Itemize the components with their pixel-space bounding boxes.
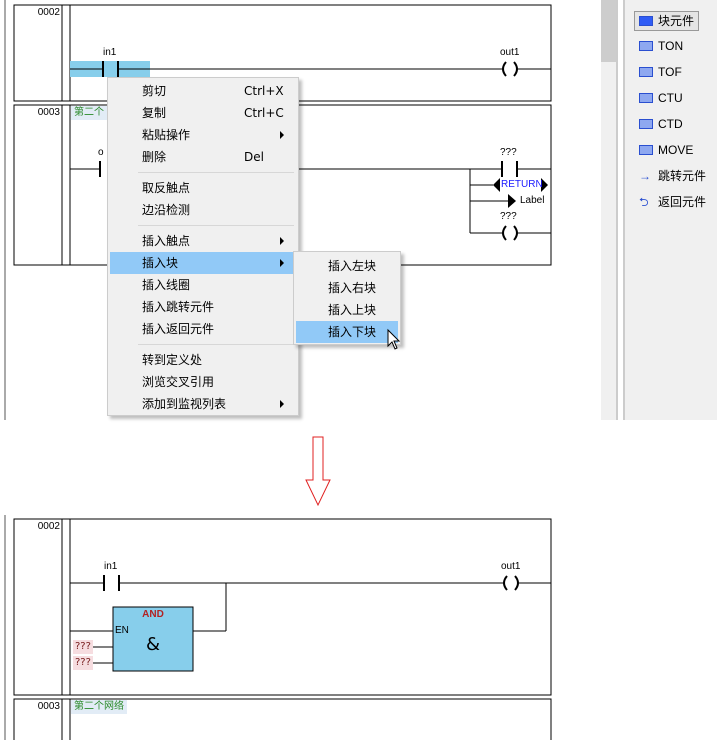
menu-item-add-watch[interactable]: 添加到监视列表	[110, 393, 296, 415]
coil-label[interactable]: out1	[500, 47, 519, 58]
submenu-arrow-icon	[280, 259, 284, 267]
submenu-arrow-icon	[280, 237, 284, 245]
timer-off-icon	[639, 67, 653, 77]
block-title: AND	[142, 609, 164, 620]
menu-separator	[138, 172, 294, 173]
network-number: 0003	[37, 701, 60, 712]
palette-item-ctu[interactable]: CTU	[639, 89, 683, 107]
palette-label: 块元件	[658, 14, 695, 28]
submenu-arrow-icon	[280, 131, 284, 139]
menu-separator	[138, 344, 294, 345]
network-comment[interactable]: 第二个网络	[71, 700, 127, 714]
jump-icon: →	[639, 169, 651, 183]
network-number: 0002	[37, 7, 60, 18]
scrollbar-thumb	[601, 0, 616, 62]
palette-label: TON	[658, 39, 684, 53]
contact-label[interactable]: ???	[500, 147, 517, 158]
palette-item-jump[interactable]: → 跳转元件	[639, 167, 706, 185]
palette-label: TOF	[658, 65, 682, 79]
counter-up-icon	[639, 93, 653, 103]
network-comment[interactable]: 第二个	[71, 106, 107, 120]
palette-label: CTD	[658, 117, 683, 131]
menu-item-copy[interactable]: 复制 Ctrl+C	[110, 102, 296, 124]
palette-item-ton[interactable]: TON	[639, 37, 683, 55]
palette-item-block[interactable]: 块元件	[634, 11, 700, 31]
down-arrow-icon	[305, 436, 331, 507]
menu-item-insert-jump[interactable]: 插入跳转元件	[110, 296, 296, 318]
menu-item-paste[interactable]: 粘贴操作	[110, 124, 296, 146]
jump-label[interactable]: Label	[520, 195, 544, 206]
palette-label: 返回元件	[658, 195, 707, 209]
block-input[interactable]: ???	[73, 656, 93, 670]
submenu-item-insert-below[interactable]: 插入下块	[296, 321, 398, 343]
contact-label[interactable]: in1	[104, 561, 117, 572]
submenu-item-insert-right[interactable]: 插入右块	[296, 277, 398, 299]
contact-label[interactable]: in1	[103, 47, 116, 58]
coil-label[interactable]: ???	[500, 211, 517, 222]
palette-item-move[interactable]: MOVE	[639, 141, 693, 159]
move-icon	[639, 145, 653, 155]
menu-item-cross-reference[interactable]: 浏览交叉引用	[110, 371, 296, 393]
menu-item-edge-detect[interactable]: 边沿检测	[110, 199, 296, 221]
counter-down-icon	[639, 119, 653, 129]
menu-item-goto-definition[interactable]: 转到定义处	[110, 349, 296, 371]
contact-label[interactable]: o	[98, 147, 104, 158]
network-number: 0002	[37, 521, 60, 532]
menu-item-insert-coil[interactable]: 插入线圈	[110, 274, 296, 296]
menu-item-cut[interactable]: 剪切 Ctrl+X	[110, 80, 296, 102]
submenu-item-insert-left[interactable]: 插入左块	[296, 255, 398, 277]
insert-block-submenu: 插入左块 插入右块 插入上块 插入下块	[293, 251, 401, 345]
menu-separator	[138, 225, 294, 226]
menu-item-delete[interactable]: 删除 Del	[110, 146, 296, 168]
submenu-arrow-icon	[280, 400, 284, 408]
palette-label: 跳转元件	[658, 169, 707, 183]
return-label[interactable]: RETURN	[501, 179, 543, 190]
block-icon	[639, 16, 653, 26]
palette-label: MOVE	[658, 143, 694, 157]
block-input[interactable]: ???	[73, 640, 93, 654]
network-number: 0003	[37, 107, 60, 118]
submenu-item-insert-above[interactable]: 插入上块	[296, 299, 398, 321]
menu-item-negate-contact[interactable]: 取反触点	[110, 177, 296, 199]
menu-item-insert-contact[interactable]: 插入触点	[110, 230, 296, 252]
timer-on-icon	[639, 41, 653, 51]
context-menu: 剪切 Ctrl+X 复制 Ctrl+C 粘贴操作 删除 Del 取反触点 边沿检测 插…	[107, 77, 299, 416]
menu-item-insert-block[interactable]: 插入块	[110, 252, 296, 274]
palette-item-ctd[interactable]: CTD	[639, 115, 683, 133]
coil-label[interactable]: out1	[501, 561, 520, 572]
palette-item-return[interactable]: ⮌ 返回元件	[639, 193, 706, 211]
return-icon: ⮌	[639, 195, 649, 209]
palette-label: CTU	[658, 91, 683, 105]
menu-item-insert-return[interactable]: 插入返回元件	[110, 318, 296, 340]
palette-item-tof[interactable]: TOF	[639, 63, 682, 81]
block-symbol: &	[145, 634, 161, 655]
